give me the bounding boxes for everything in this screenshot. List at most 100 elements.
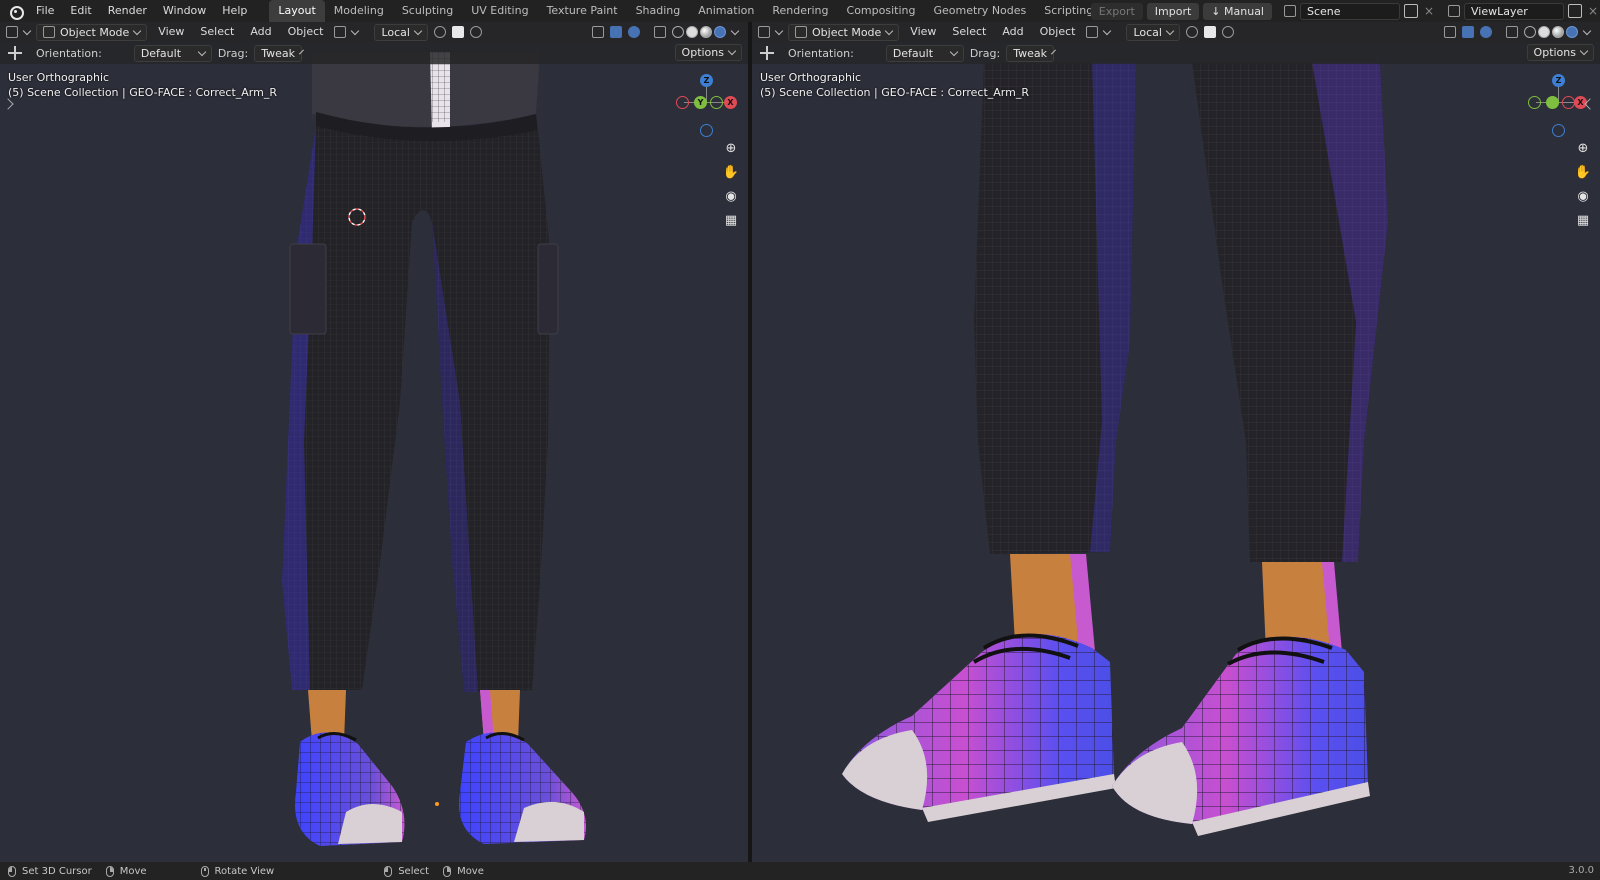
menu-add[interactable]: Add: [245, 22, 276, 42]
editor-type-icon[interactable]: [6, 26, 18, 38]
chevron-down-icon[interactable]: [1103, 26, 1112, 35]
editor-type-icon[interactable]: [758, 26, 770, 38]
tab-sculpting[interactable]: Sculpting: [393, 0, 462, 22]
rendered-shading-icon[interactable]: [714, 26, 726, 38]
material-shading-icon[interactable]: [1552, 26, 1564, 38]
gizmo-z-axis-icon[interactable]: Z: [1552, 74, 1565, 87]
gizmo-neg-x-axis-icon[interactable]: [676, 96, 689, 109]
proportional-edit-icon[interactable]: [469, 26, 482, 38]
transform-pivot-icon[interactable]: [1086, 26, 1099, 38]
view-layer-selector-icon[interactable]: [1448, 5, 1460, 17]
viewport-right[interactable]: Object Mode View Select Add Object Local…: [752, 22, 1600, 862]
move-tool-icon[interactable]: [760, 46, 774, 60]
pan-hand-icon[interactable]: ✋: [1573, 162, 1593, 182]
tab-geometry-nodes[interactable]: Geometry Nodes: [924, 0, 1035, 22]
manual-button[interactable]: ↓ Manual: [1203, 2, 1272, 20]
blender-logo-icon[interactable]: [8, 4, 24, 20]
drag-dropdown[interactable]: Tweak: [1006, 44, 1056, 62]
transform-orientation-dropdown[interactable]: Local: [1126, 23, 1180, 41]
solid-shading-icon[interactable]: [686, 26, 698, 38]
gizmo-y-axis-icon[interactable]: [1546, 96, 1559, 109]
menu-render[interactable]: Render: [100, 0, 155, 22]
menu-edit[interactable]: Edit: [62, 0, 99, 22]
menu-select[interactable]: Select: [947, 22, 991, 42]
pan-hand-icon[interactable]: ✋: [721, 162, 741, 182]
visibility-icon[interactable]: [1444, 26, 1456, 38]
menu-select[interactable]: Select: [195, 22, 239, 42]
menu-window[interactable]: Window: [155, 0, 214, 22]
zoom-icon[interactable]: ⊕: [721, 138, 741, 158]
orientation-dropdown[interactable]: Default: [133, 44, 212, 62]
rendered-shading-icon[interactable]: [1566, 26, 1578, 38]
gizmo-neg-y-axis-icon[interactable]: [1528, 96, 1541, 109]
menu-object[interactable]: Object: [1035, 22, 1081, 42]
tab-modeling[interactable]: Modeling: [325, 0, 393, 22]
gizmo-neg-y-axis-icon[interactable]: [710, 96, 723, 109]
overlay-toggle-icon[interactable]: [628, 26, 640, 38]
tab-rendering[interactable]: Rendering: [763, 0, 837, 22]
overlay-toggle-icon[interactable]: [1480, 26, 1492, 38]
snap-icon[interactable]: [1185, 26, 1198, 38]
new-view-layer-icon[interactable]: [1568, 4, 1582, 18]
menu-file[interactable]: File: [28, 0, 62, 22]
orientation-dropdown[interactable]: Default: [885, 44, 964, 62]
gizmo-toggle-icon[interactable]: [1462, 26, 1474, 38]
visibility-icon[interactable]: [592, 26, 604, 38]
viewport-left[interactable]: Object Mode View Select Add Object Local…: [0, 22, 748, 862]
delete-view-layer-icon[interactable]: ×: [1586, 4, 1600, 18]
menu-view[interactable]: View: [153, 22, 189, 42]
delete-scene-icon[interactable]: ×: [1422, 4, 1436, 18]
snap-target-icon[interactable]: [451, 26, 464, 38]
scene-name-field[interactable]: Scene: [1300, 2, 1400, 20]
editor-type-chevron-icon[interactable]: [774, 26, 784, 35]
gizmo-toggle-icon[interactable]: [610, 26, 622, 38]
shading-options-chevron-icon[interactable]: [1582, 26, 1592, 35]
shading-options-chevron-icon[interactable]: [730, 26, 740, 35]
options-button[interactable]: Options: [1526, 44, 1594, 61]
camera-view-icon[interactable]: ◉: [721, 186, 741, 206]
material-shading-icon[interactable]: [700, 26, 712, 38]
xray-icon[interactable]: [1506, 26, 1518, 38]
mode-dropdown[interactable]: Object Mode: [36, 23, 148, 41]
zoom-icon[interactable]: ⊕: [1573, 138, 1593, 158]
proportional-edit-icon[interactable]: [1221, 26, 1234, 38]
wireframe-shading-icon[interactable]: [672, 26, 684, 38]
tab-uv-editing[interactable]: UV Editing: [462, 0, 537, 22]
new-scene-icon[interactable]: [1404, 4, 1418, 18]
gizmo-neg-z-axis-icon[interactable]: [1552, 124, 1565, 137]
gizmo-x-axis-icon[interactable]: X: [724, 96, 737, 109]
import-button[interactable]: Import: [1146, 2, 1200, 20]
snap-target-icon[interactable]: [1203, 26, 1216, 38]
export-button[interactable]: Export: [1090, 2, 1143, 20]
transform-orientation-dropdown[interactable]: Local: [374, 23, 428, 41]
transform-pivot-icon[interactable]: [334, 26, 347, 38]
view-layer-field[interactable]: ViewLayer: [1464, 2, 1564, 20]
tab-animation[interactable]: Animation: [689, 0, 763, 22]
scene-selector-icon[interactable]: [1284, 5, 1296, 17]
gizmo-y-axis-icon[interactable]: Y: [694, 96, 707, 109]
tab-shading[interactable]: Shading: [627, 0, 690, 22]
chevron-down-icon[interactable]: [351, 26, 360, 35]
tab-compositing[interactable]: Compositing: [838, 0, 925, 22]
gizmo-neg-z-axis-icon[interactable]: [700, 124, 713, 137]
move-tool-icon[interactable]: [8, 46, 22, 60]
ortho-grid-icon[interactable]: ▦: [721, 210, 741, 230]
options-button[interactable]: Options: [674, 44, 742, 61]
solid-shading-icon[interactable]: [1538, 26, 1550, 38]
ortho-grid-icon[interactable]: ▦: [1573, 210, 1593, 230]
drag-dropdown[interactable]: Tweak: [254, 44, 304, 62]
menu-object[interactable]: Object: [283, 22, 329, 42]
snap-icon[interactable]: [433, 26, 446, 38]
menu-view[interactable]: View: [905, 22, 941, 42]
tab-layout[interactable]: Layout: [269, 0, 325, 22]
camera-view-icon[interactable]: ◉: [1573, 186, 1593, 206]
tab-texture-paint[interactable]: Texture Paint: [538, 0, 627, 22]
xray-icon[interactable]: [654, 26, 666, 38]
object-origin-dot[interactable]: [435, 802, 439, 806]
editor-type-chevron-icon[interactable]: [22, 26, 32, 35]
gizmo-z-axis-icon[interactable]: Z: [700, 74, 713, 87]
menu-add[interactable]: Add: [997, 22, 1028, 42]
wireframe-shading-icon[interactable]: [1524, 26, 1536, 38]
mode-dropdown[interactable]: Object Mode: [788, 23, 900, 41]
menu-help[interactable]: Help: [214, 0, 255, 22]
